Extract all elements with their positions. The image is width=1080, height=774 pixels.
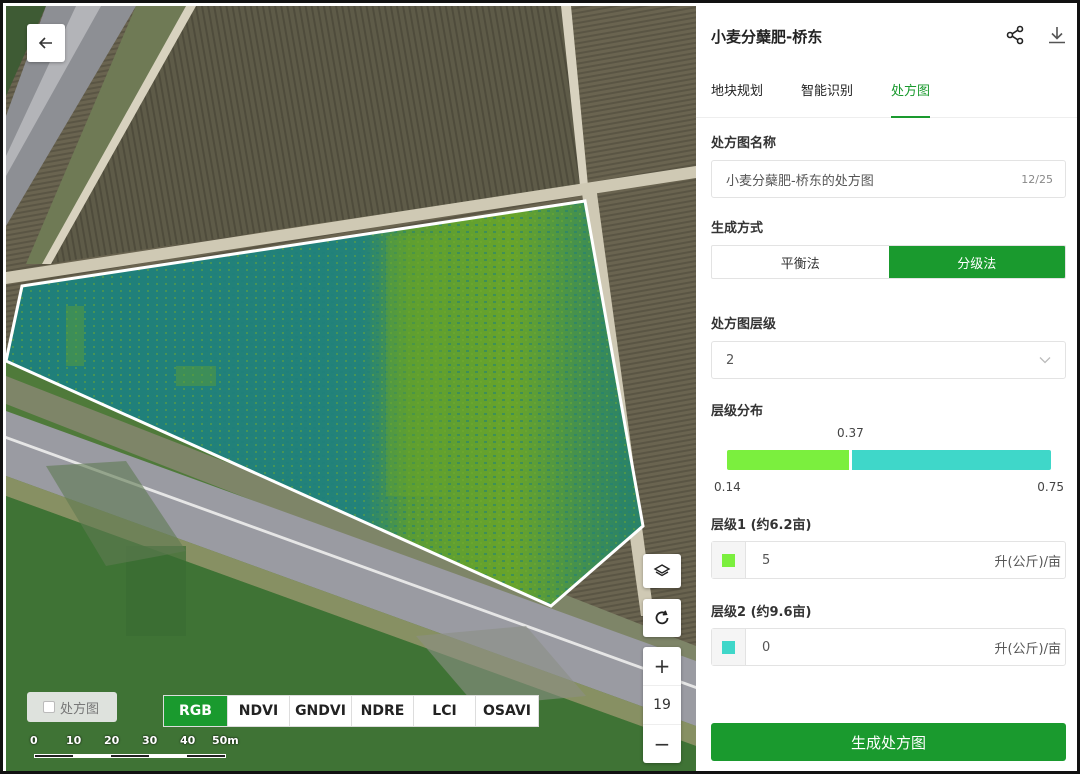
panel-tab-1[interactable]: 地块规划: [711, 70, 763, 118]
index-tab-ndvi[interactable]: NDVI: [228, 696, 290, 726]
download-icon[interactable]: [1046, 24, 1068, 46]
distribution-max: 0.75: [1037, 480, 1064, 494]
satellite-map[interactable]: [6, 6, 696, 774]
layers-icon: [653, 564, 671, 577]
scale-label: 10: [66, 734, 82, 747]
level-1-unit: 升(公斤)/亩: [994, 554, 1061, 570]
checkbox[interactable]: [43, 701, 55, 713]
index-tab-gndvi[interactable]: GNDVI: [290, 696, 352, 726]
refresh-icon: [655, 610, 669, 625]
distribution-bar[interactable]: [727, 450, 1051, 470]
scale-label: 20: [104, 734, 120, 747]
level-2-rate-value: 0: [762, 639, 771, 655]
distribution-segment-1: [727, 450, 850, 470]
zoom-in-button[interactable]: +: [643, 647, 681, 685]
level-1-label: 层级1 (约6.2亩): [711, 518, 812, 533]
chevron-down-icon: [1039, 357, 1051, 364]
back-button[interactable]: [27, 24, 65, 62]
method-toggle: 平衡法 分级法: [711, 245, 1066, 279]
scale-label: 50m: [212, 734, 239, 747]
level-2-label: 层级2 (约9.6亩): [711, 605, 812, 620]
method-label: 生成方式: [711, 221, 764, 236]
char-count: 12/25: [1021, 172, 1053, 186]
levels-label: 处方图层级: [711, 317, 777, 332]
index-tab-osavi[interactable]: OSAVI: [476, 696, 538, 726]
method-option-1[interactable]: 平衡法: [712, 246, 889, 278]
scale-label: 0: [30, 734, 38, 747]
scale-label: 30: [142, 734, 158, 747]
prescription-name-value: 小麦分蘖肥-桥东的处方图: [726, 173, 874, 189]
map-view[interactable]: + 19 − 处方图 RGB NDVI GNDVI NDRE LCI OSAVI 0 10 2…: [6, 6, 696, 774]
prescription-map-toggle[interactable]: 处方图: [27, 692, 117, 722]
level-2-swatch-wrap: [712, 629, 746, 665]
panel-title: 小麦分蘖肥-桥东: [711, 27, 823, 46]
panel-tab-3[interactable]: 处方图: [891, 70, 931, 118]
zoom-level: 19: [643, 685, 681, 725]
index-tab-lci[interactable]: LCI: [414, 696, 476, 726]
side-panel: 小麦分蘖肥-桥东 地块规划 智能识别 处方图 处方图名称 小麦分蘖肥-桥东的处方图 …: [696, 6, 1077, 771]
method-option-2[interactable]: 分级法: [888, 246, 1065, 278]
panel-tabs: 地块规划 智能识别 处方图: [696, 70, 1077, 118]
distribution-split-value: 0.37: [837, 426, 864, 440]
prescription-name-input[interactable]: 小麦分蘖肥-桥东的处方图 12/25: [711, 160, 1066, 198]
zoom-control: + 19 −: [643, 647, 681, 763]
app-frame: + 19 − 处方图 RGB NDVI GNDVI NDRE LCI OSAVI 0 10 2…: [0, 0, 1080, 774]
name-label: 处方图名称: [711, 136, 777, 151]
zoom-out-button[interactable]: −: [643, 725, 681, 763]
level-2-color-swatch: [722, 640, 735, 654]
layers-button[interactable]: [643, 554, 681, 588]
vegetation-index-tabs: RGB NDVI GNDVI NDRE LCI OSAVI: [163, 695, 539, 727]
arrow-left-icon: [38, 37, 52, 49]
rotate-button[interactable]: [643, 599, 681, 637]
generate-prescription-button[interactable]: 生成处方图: [711, 723, 1066, 761]
level-1-rate-input[interactable]: 5 升(公斤)/亩: [711, 541, 1066, 579]
share-icon[interactable]: [1004, 24, 1026, 46]
scale-bar-graphic: [34, 754, 226, 758]
levels-select-value: 2: [726, 352, 735, 368]
index-tab-ndre[interactable]: NDRE: [352, 696, 414, 726]
levels-select[interactable]: 2: [711, 341, 1066, 379]
distribution-label: 层级分布: [711, 404, 764, 419]
level-1-rate-value: 5: [762, 552, 771, 568]
panel-tab-2[interactable]: 智能识别: [801, 70, 853, 118]
prescription-map-toggle-label: 处方图: [60, 701, 100, 717]
level-1-color-swatch: [722, 553, 735, 567]
level-1-swatch-wrap: [712, 542, 746, 578]
distribution-segment-2: [852, 450, 1051, 470]
level-2-unit: 升(公斤)/亩: [994, 641, 1061, 657]
level-2-rate-input[interactable]: 0 升(公斤)/亩: [711, 628, 1066, 666]
scale-label: 40: [180, 734, 196, 747]
scale-bar: 0 10 20 30 40 50m: [30, 734, 240, 764]
distribution-min: 0.14: [714, 480, 741, 494]
index-tab-rgb[interactable]: RGB: [164, 696, 228, 726]
panel-header: 小麦分蘖肥-桥东: [696, 6, 1077, 66]
